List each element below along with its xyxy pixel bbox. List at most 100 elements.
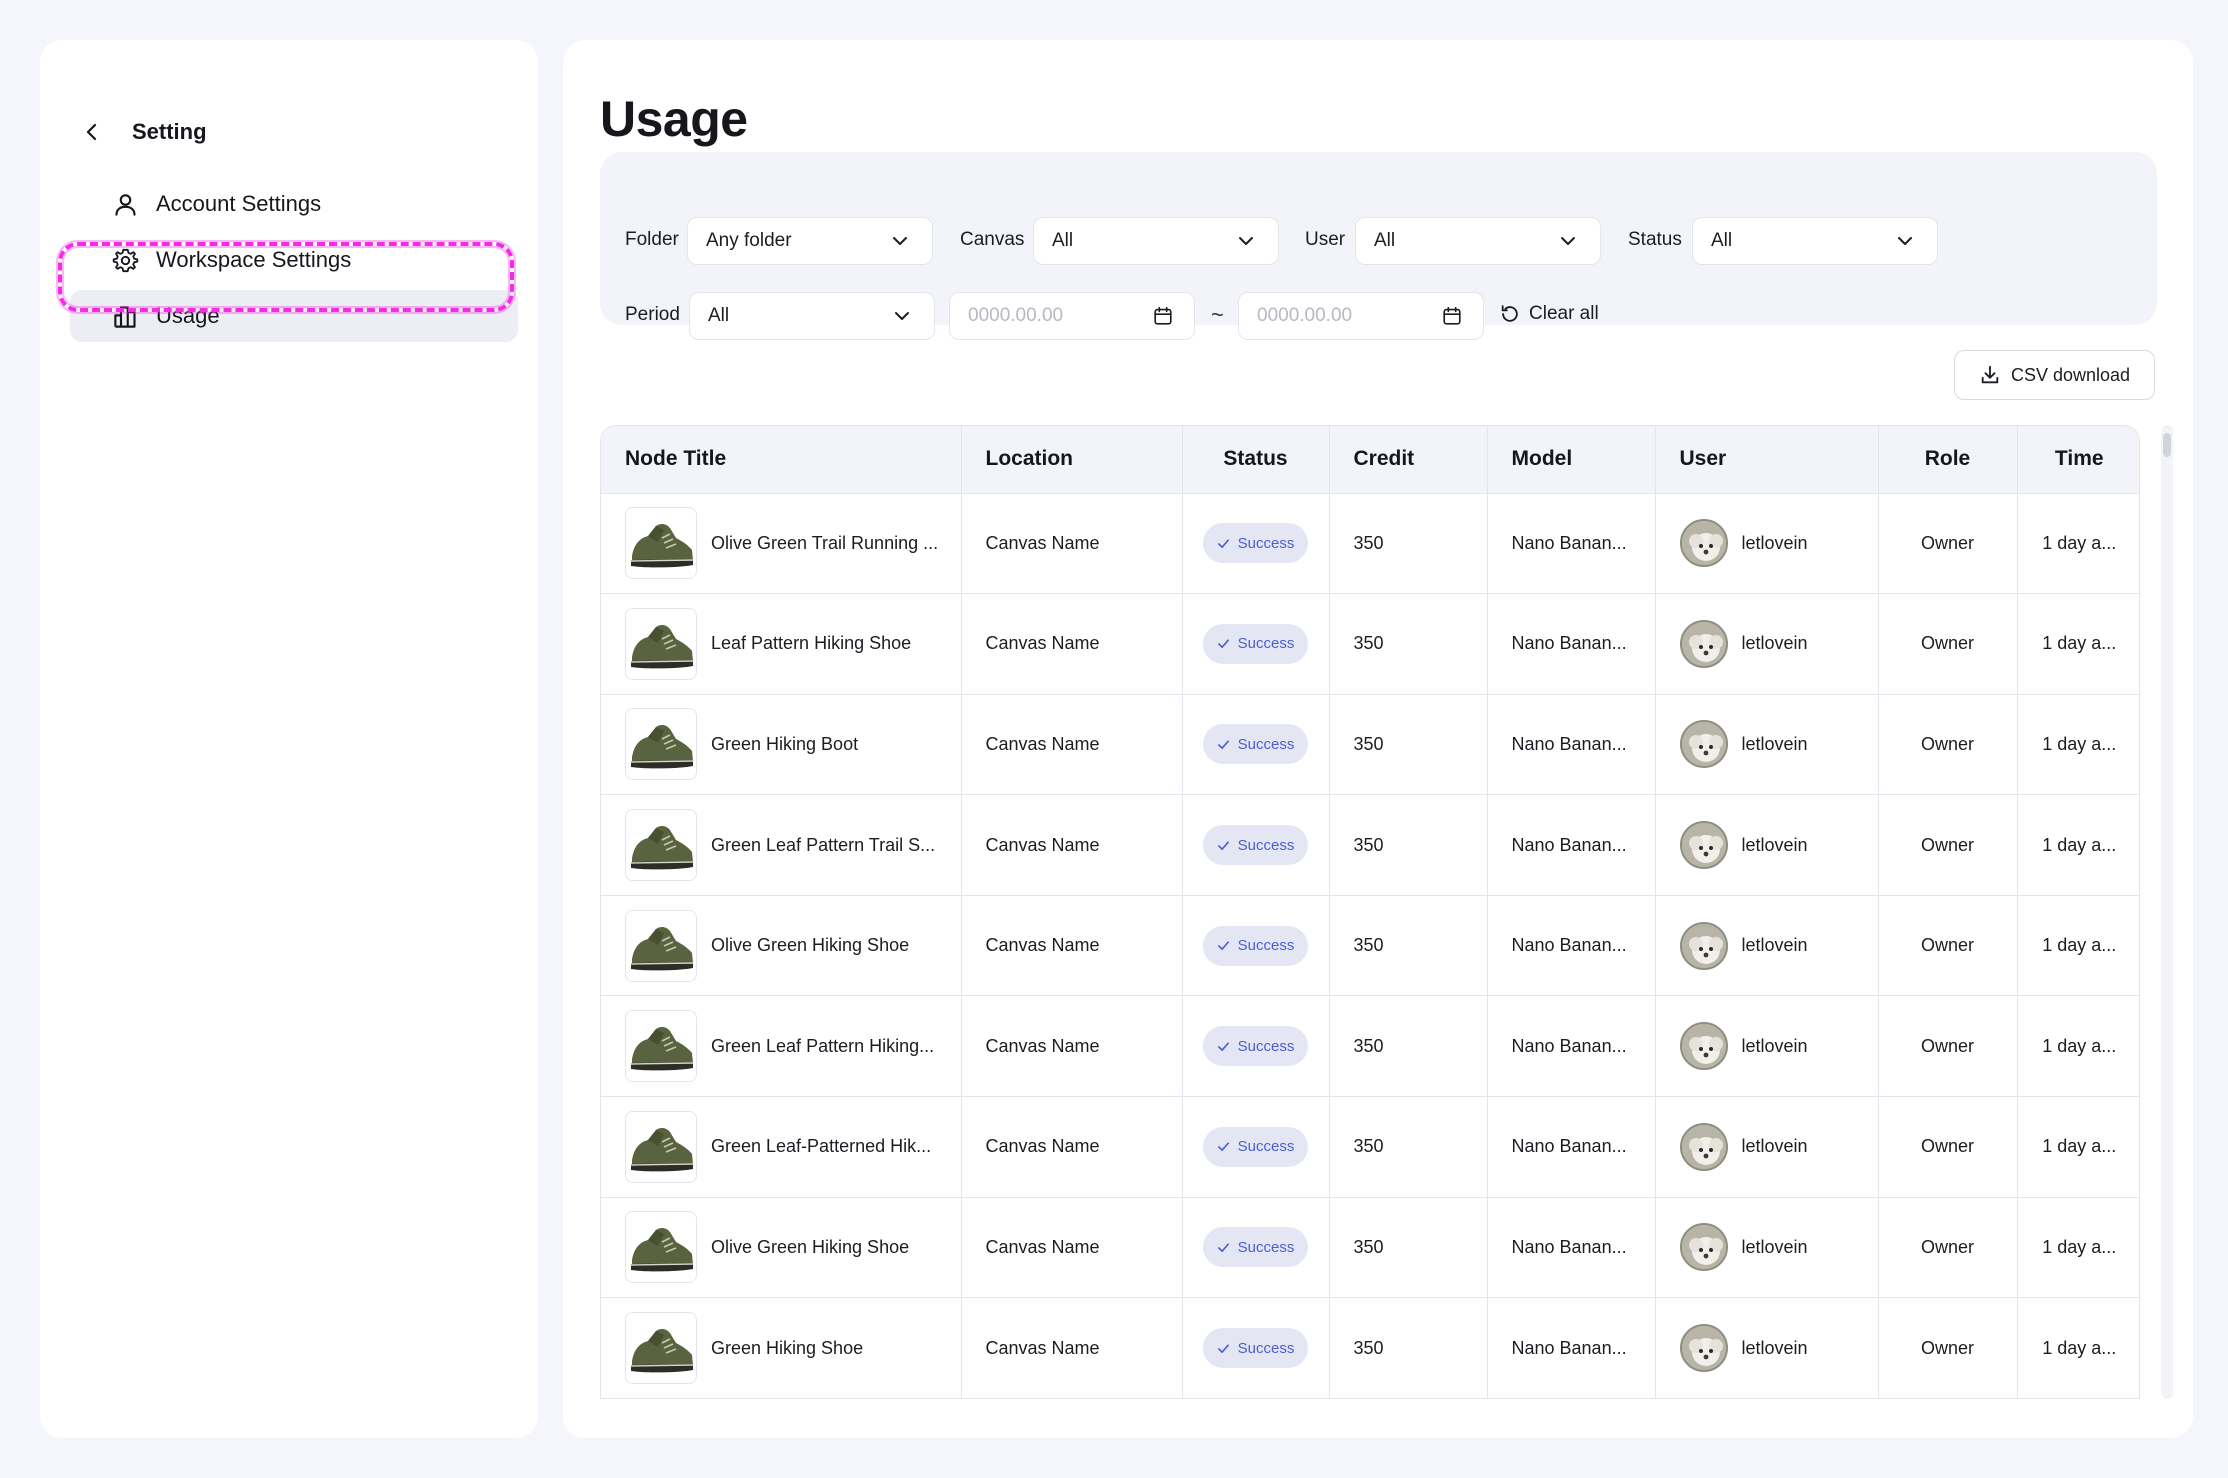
location-cell[interactable]: Canvas Name xyxy=(961,794,1183,896)
shoe-thumbnail xyxy=(625,607,697,680)
location-cell[interactable]: Canvas Name xyxy=(961,995,1183,1098)
table-row[interactable]: Green Leaf-Patterned Hik... Canvas Name … xyxy=(601,1096,2139,1198)
status-badge: Success xyxy=(1202,925,1309,966)
chevron-left-icon xyxy=(86,123,97,141)
folder-select[interactable]: Any folder xyxy=(687,217,933,265)
chevron-down-icon xyxy=(895,312,909,320)
column-header-credit[interactable]: Credit xyxy=(1329,426,1488,494)
location-cell[interactable]: Canvas Name xyxy=(961,493,1183,595)
dog-avatar-icon xyxy=(1681,1326,1726,1371)
user-wrap: letlovein xyxy=(1679,720,1878,769)
gear-icon xyxy=(112,248,139,273)
table-row[interactable]: Green Hiking Boot Canvas Name Success 35… xyxy=(601,694,2139,796)
status-badge-label: Success xyxy=(1237,937,1295,955)
user-select-value: All xyxy=(1374,230,1396,251)
shoe-thumbnail xyxy=(625,909,697,982)
node-title: Green Hiking Boot xyxy=(711,733,859,754)
model-cell: Nano Banan... xyxy=(1487,1297,1656,1399)
period-select[interactable]: All xyxy=(689,292,935,340)
table-row[interactable]: Green Leaf Pattern Hiking... Canvas Name… xyxy=(601,995,2139,1098)
time-cell: 1 day a... xyxy=(2017,493,2139,595)
status-badge: Success xyxy=(1202,523,1309,564)
column-header-location[interactable]: Location xyxy=(961,426,1183,494)
role-cell: Owner xyxy=(1878,694,2018,796)
location-cell[interactable]: Canvas Name xyxy=(961,1297,1183,1399)
model-cell: Nano Banan... xyxy=(1487,995,1656,1098)
usage-table-container: Node Title Location Status Credit Model … xyxy=(600,425,2140,1399)
user-wrap: letlovein xyxy=(1679,619,1878,668)
time-cell: 1 day a... xyxy=(2017,995,2139,1098)
clear-all-button[interactable]: Clear all xyxy=(1499,303,1599,325)
back-button[interactable] xyxy=(76,116,108,148)
location-cell[interactable]: Canvas Name xyxy=(961,593,1183,695)
column-header-time[interactable]: Time xyxy=(2017,426,2139,494)
avatar xyxy=(1679,921,1728,970)
bar-chart-icon xyxy=(114,306,136,328)
column-header-model[interactable]: Model xyxy=(1487,426,1656,494)
node-title: Olive Green Hiking Shoe xyxy=(711,935,910,956)
table-row[interactable]: Olive Green Hiking Shoe Canvas Name Succ… xyxy=(601,895,2139,997)
user-select[interactable]: All xyxy=(1355,217,1601,265)
status-cell: Success xyxy=(1182,694,1330,796)
user-name: letlovein xyxy=(1741,733,1808,754)
column-header-user[interactable]: User xyxy=(1655,426,1879,494)
sidebar-item-account-settings[interactable]: Account Settings xyxy=(70,178,518,230)
credit-cell: 350 xyxy=(1329,1197,1488,1299)
node-title-wrap: Olive Green Hiking Shoe xyxy=(625,1211,960,1284)
clear-all-label: Clear all xyxy=(1529,303,1599,324)
date-range-separator: ~ xyxy=(1211,302,1224,327)
user-cell: letlovein xyxy=(1655,493,1879,595)
shoe-image-icon xyxy=(626,1111,696,1182)
canvas-select[interactable]: All xyxy=(1033,217,1279,265)
status-select[interactable]: All xyxy=(1692,217,1938,265)
sidebar-item-workspace-settings[interactable]: Workspace Settings xyxy=(70,234,518,286)
table-row[interactable]: Leaf Pattern Hiking Shoe Canvas Name Suc… xyxy=(601,593,2139,695)
table-row[interactable]: Olive Green Trail Running ... Canvas Nam… xyxy=(601,493,2139,595)
chevron-down-icon xyxy=(1239,237,1253,245)
dog-avatar-icon xyxy=(1681,1225,1726,1270)
page-title: Usage xyxy=(600,91,748,147)
role-cell: Owner xyxy=(1878,794,2018,896)
location-cell[interactable]: Canvas Name xyxy=(961,895,1183,997)
node-title-cell: Green Hiking Boot xyxy=(601,694,962,796)
credit-cell: 350 xyxy=(1329,995,1488,1098)
check-icon xyxy=(1217,1343,1229,1353)
sidebar-item-usage[interactable]: Usage xyxy=(70,290,518,342)
time-cell: 1 day a... xyxy=(2017,694,2139,796)
location-cell[interactable]: Canvas Name xyxy=(961,1096,1183,1198)
scrollbar-thumb[interactable] xyxy=(2163,433,2171,457)
status-cell: Success xyxy=(1182,895,1330,997)
period-filter-label: Period xyxy=(625,304,680,325)
end-date-input[interactable]: 0000.00.00 xyxy=(1238,292,1484,340)
usage-table: Node Title Location Status Credit Model … xyxy=(601,426,2139,1399)
user-cell: letlovein xyxy=(1655,694,1879,796)
chevron-down-icon xyxy=(1561,237,1575,245)
model-cell: Nano Banan... xyxy=(1487,1096,1656,1198)
table-row[interactable]: Green Leaf Pattern Trail S... Canvas Nam… xyxy=(601,794,2139,896)
user-cell: letlovein xyxy=(1655,895,1879,997)
shoe-image-icon xyxy=(626,1313,696,1384)
status-badge-label: Success xyxy=(1237,635,1295,653)
location-cell[interactable]: Canvas Name xyxy=(961,694,1183,796)
user-cell: letlovein xyxy=(1655,593,1879,695)
shoe-thumbnail xyxy=(625,507,697,580)
canvas-filter-label: Canvas xyxy=(960,229,1025,250)
credit-cell: 350 xyxy=(1329,593,1488,695)
table-row[interactable]: Green Hiking Shoe Canvas Name Success 35… xyxy=(601,1297,2139,1399)
calendar-icon xyxy=(1154,306,1172,325)
time-cell: 1 day a... xyxy=(2017,794,2139,896)
node-title-cell: Green Leaf Pattern Trail S... xyxy=(601,794,962,896)
column-header-node-title[interactable]: Node Title xyxy=(601,426,962,494)
role-cell: Owner xyxy=(1878,895,2018,997)
column-header-role[interactable]: Role xyxy=(1878,426,2018,494)
table-scrollbar[interactable] xyxy=(2161,425,2173,1399)
status-cell: Success xyxy=(1182,794,1330,896)
table-row[interactable]: Olive Green Hiking Shoe Canvas Name Succ… xyxy=(601,1197,2139,1299)
canvas-select-value: All xyxy=(1052,230,1074,251)
start-date-input[interactable]: 0000.00.00 xyxy=(949,292,1195,340)
location-cell[interactable]: Canvas Name xyxy=(961,1197,1183,1299)
status-cell: Success xyxy=(1182,593,1330,695)
csv-download-button[interactable]: CSV download xyxy=(1954,350,2155,400)
column-header-status[interactable]: Status xyxy=(1182,426,1330,494)
node-title-wrap: Green Hiking Shoe xyxy=(625,1312,960,1385)
